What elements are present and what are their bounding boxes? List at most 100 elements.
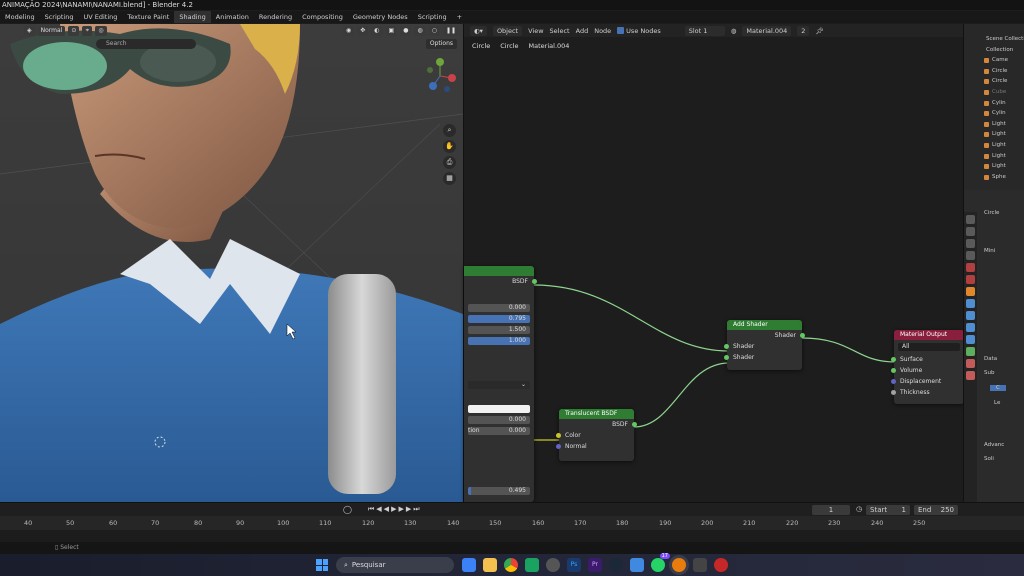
shader-node-editor[interactable]: ◐▾ Object View Select Add Node Use Nodes… [463,24,964,502]
tab-animation[interactable]: Animation [211,11,254,23]
pause-icon[interactable]: ❚❚ [442,25,459,36]
outliner-item[interactable]: Circle [964,66,1024,77]
white-color-field[interactable] [468,405,530,413]
outliner-item[interactable]: Sphe [964,172,1024,183]
physics-tab-icon[interactable] [966,323,975,332]
navigation-gizmo[interactable] [423,56,457,96]
outliner[interactable]: Scene Collection Collection Came Circle … [963,24,1024,190]
target-select[interactable]: All [898,343,960,351]
outliner-item[interactable]: Light [964,140,1024,151]
recorder-icon[interactable] [714,558,728,572]
pivot-icon[interactable]: ⊙ [68,25,80,36]
properties-row[interactable]: Soli [984,456,994,462]
start-field[interactable]: Start 1 [866,505,910,515]
value-field-4[interactable]: 1.000 [468,337,530,345]
grid-icon[interactable]: ▦ [443,172,456,185]
tool-tab-icon[interactable] [966,215,975,224]
playback-controls[interactable]: ⏮◀◀▶▶▶⏭ [368,505,422,514]
object-tab-icon[interactable] [966,287,975,296]
outliner-item[interactable]: Collection [964,45,1024,56]
texture-tab-icon[interactable] [966,371,975,380]
outliner-item[interactable]: Cube [964,87,1024,98]
particles-tab-icon[interactable] [966,311,975,320]
outliner-item[interactable]: Light [964,119,1024,130]
add-shader-node[interactable]: Add Shader Shader Shader Shader [724,320,805,370]
3d-viewport[interactable]: ◈ Normal ⊙ ⌖ ◎ ◉ ✥ ◐ ▣ ● ◍ ○ ❚❚ Search O… [0,24,463,502]
shading-orientation-select[interactable]: Normal [37,25,66,36]
properties-panel[interactable]: Circle Mini Data Sub C Le Advanc Soli [963,190,1024,502]
value-field-7[interactable]: 0.495 [468,487,530,495]
mail-icon[interactable] [630,558,644,572]
value-field-5[interactable]: 0.000 [468,416,530,424]
properties-row[interactable]: Sub [984,370,994,376]
dropdown-field[interactable]: ⌄ [468,381,530,389]
whatsapp-icon[interactable]: 17 [651,553,670,572]
tab-geometry-nodes[interactable]: Geometry Nodes [348,11,413,23]
constraints-tab-icon[interactable] [966,335,975,344]
world-tab-icon[interactable] [966,275,975,284]
value-field-6[interactable]: tion 0.000 [468,427,530,435]
hand-pan-icon[interactable]: ✋ [443,140,456,153]
data-tab-icon[interactable] [966,347,975,356]
outliner-item[interactable]: Came [964,55,1024,66]
windows-start-icon[interactable] [316,559,328,571]
tab-rendering[interactable]: Rendering [254,11,297,23]
end-field[interactable]: End 250 [914,505,958,515]
timeline-area[interactable] [0,530,1024,542]
proportional-icon[interactable]: ◎ [95,25,107,36]
material-shading-icon[interactable]: ◍ [414,25,426,36]
security-icon[interactable] [525,558,539,572]
gizmo-icon[interactable]: ✥ [357,25,369,36]
tab-shading[interactable]: Shading [174,11,211,23]
render-tab-icon[interactable] [966,227,975,236]
blender-icon[interactable] [672,558,686,572]
outliner-item[interactable]: Light [964,129,1024,140]
properties-row[interactable]: C [990,385,1006,391]
value-field-1[interactable]: 0.000 [468,304,530,312]
output-tab-icon[interactable] [966,239,975,248]
properties-row[interactable]: Le [994,400,1000,406]
rendered-shading-icon[interactable]: ○ [428,25,440,36]
outliner-item[interactable]: Circle [964,76,1024,87]
tab-scripting-2[interactable]: Scripting [413,11,452,23]
material-tab-icon[interactable] [966,359,975,368]
options-button[interactable]: Options [425,39,457,49]
overlay-icon[interactable]: ◐ [371,25,383,36]
tab-uv-editing[interactable]: UV Editing [78,11,122,23]
tab-scripting[interactable]: Scripting [40,11,79,23]
snap-icon[interactable]: ⌖ [82,25,93,36]
value-field-2[interactable]: 0.795 [468,315,530,323]
file-explorer-icon[interactable] [483,558,497,572]
solid-shading-icon[interactable]: ● [400,25,412,36]
premiere-icon[interactable]: Pr [588,558,602,572]
outliner-item[interactable]: Light [964,151,1024,162]
outliner-item[interactable]: Cylin [964,108,1024,119]
taskbar-search[interactable]: ⌕ Pesquisar [336,557,454,573]
add-workspace-button[interactable]: + [452,11,467,23]
timeline-ruler[interactable]: 40 50 60 70 80 90 100 110 120 130 140 15… [0,516,1024,530]
outliner-item[interactable]: Light [964,161,1024,172]
scene-tab-icon[interactable] [966,263,975,272]
properties-row[interactable]: Data [984,356,997,362]
camera-icon[interactable]: ⎙ [443,156,456,169]
modifier-tab-icon[interactable] [966,299,975,308]
properties-row[interactable]: Mini [984,248,995,254]
material-output-node[interactable]: Material Output All Surface Volume Displ… [891,330,964,404]
chrome-icon[interactable] [504,558,518,572]
properties-row[interactable]: Advanc [984,442,1004,448]
view-layer-tab-icon[interactable] [966,251,975,260]
steam-icon[interactable] [609,558,623,572]
outliner-item[interactable]: Cylin [964,98,1024,109]
photoshop-icon[interactable]: Ps [567,558,581,572]
viewport-search-input[interactable]: Search [96,39,196,49]
xray-icon[interactable]: ▣ [385,25,398,36]
translucent-bsdf-node[interactable]: Translucent BSDF BSDF Color Normal [556,409,637,461]
zoom-icon[interactable]: ⌕ [443,124,456,137]
value-field-3[interactable]: 1.500 [468,326,530,334]
calculator-icon[interactable] [693,558,707,572]
tab-modeling[interactable]: Modeling [0,11,40,23]
tab-texture-paint[interactable]: Texture Paint [122,11,174,23]
mode-icon[interactable]: ◈ [24,25,35,36]
outliner-scene[interactable]: Scene Collection [964,34,1024,45]
keyframe-icon[interactable]: ◯ [343,505,352,514]
